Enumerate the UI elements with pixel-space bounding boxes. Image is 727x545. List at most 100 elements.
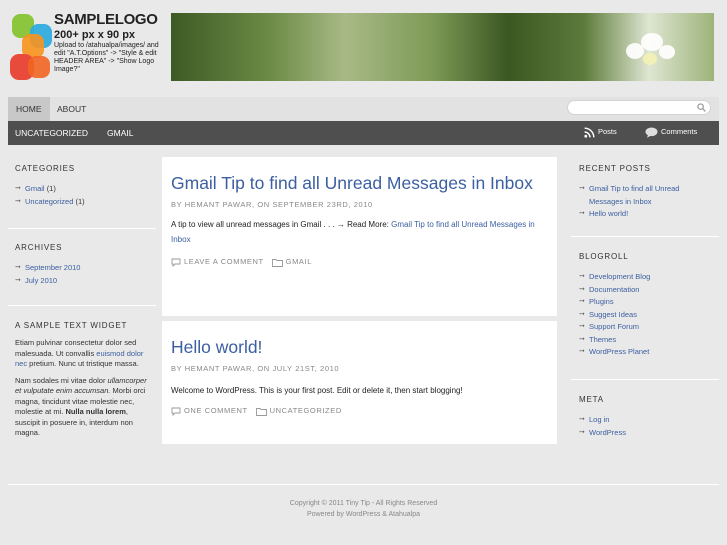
divider	[571, 236, 719, 237]
comment-icon	[171, 407, 181, 416]
post-title-link[interactable]: Gmail Tip to find all Unread Messages in…	[171, 172, 549, 194]
recent-posts-heading: RECENT POSTS	[579, 164, 651, 173]
recent-posts-widget: RECENT POSTS ➞ Gmail Tip to find all Unre…	[579, 164, 714, 221]
comments-feed-link[interactable]: Comments	[645, 121, 697, 145]
logo-description: Upload to /atahualpa/images/ and edit "A…	[54, 42, 159, 73]
blogroll-link[interactable]: Documentation	[589, 285, 639, 294]
category-count: (1)	[75, 196, 85, 206]
meta-item: ➞ WordPress	[579, 427, 714, 440]
text-widget-heading: A SAMPLE TEXT WIDGET	[15, 321, 128, 330]
comments-link[interactable]: ONE COMMENT	[184, 406, 248, 415]
blogroll-item: ➞ Development Blog	[579, 271, 714, 284]
category-link-gmail[interactable]: Gmail	[25, 184, 45, 193]
posts-feed-label: Posts	[598, 127, 617, 136]
nav-gmail[interactable]: GMAIL	[107, 121, 133, 145]
arrow-right-icon: ➞	[579, 323, 585, 330]
arrow-right-icon: ➞	[579, 185, 585, 192]
post-category-link[interactable]: UNCATEGORIZED	[270, 406, 342, 415]
logo-mark-icon	[10, 14, 52, 80]
category-nav-bar: UNCATEGORIZED GMAIL Posts Comments	[8, 121, 719, 145]
post-excerpt: Welcome to WordPress. This is your first…	[171, 386, 463, 395]
arrow-right-icon: ➞	[579, 298, 585, 305]
blogroll-item: ➞ Themes	[579, 334, 714, 347]
categories-heading: CATEGORIES	[15, 164, 75, 173]
post-category-link[interactable]: GMAIL	[286, 257, 312, 266]
blogroll-item: ➞ Plugins	[579, 296, 714, 309]
left-sidebar: CATEGORIES ➞ Gmail (1) ➞ Uncategorized (1)	[15, 164, 155, 208]
arrow-right-icon: ➞	[579, 273, 585, 280]
site-footer: Copyright © 2011 Tiny Tip - All Rights R…	[0, 498, 727, 520]
recent-post-link[interactable]: Hello world!	[589, 209, 628, 218]
folder-icon	[271, 258, 283, 267]
nav-uncategorized[interactable]: UNCATEGORIZED	[15, 121, 88, 145]
comment-icon	[171, 258, 181, 267]
arrow-right-icon: ➞	[15, 264, 21, 271]
blogroll-link[interactable]: Plugins	[589, 297, 614, 306]
arrow-right-icon: ➞	[579, 428, 585, 436]
archives-widget: ARCHIVES ➞ September 2010 ➞ July 2010	[15, 243, 155, 287]
blogroll-link[interactable]: Development Blog	[589, 272, 650, 281]
meta-heading: META	[579, 395, 604, 404]
nav-home[interactable]: HOME	[8, 97, 50, 121]
archive-link-september-2010[interactable]: September 2010	[25, 263, 80, 272]
copyright-text: Copyright © 2011 Tiny Tip - All Rights R…	[289, 500, 438, 507]
post-title-link[interactable]: Hello world!	[171, 336, 549, 358]
category-item: ➞ Gmail (1)	[15, 183, 155, 196]
blogroll-item: ➞ Suggest Ideas	[579, 309, 714, 322]
archive-item: ➞ July 2010	[15, 275, 155, 288]
blogroll-heading: BLOGROLL	[579, 252, 629, 261]
arrow-right-icon: ➞	[15, 197, 21, 205]
logo-size-text: 200+ px x 90 px	[54, 29, 136, 41]
blogroll-link[interactable]: Support Forum	[589, 322, 639, 331]
category-link-uncategorized[interactable]: Uncategorized	[25, 197, 73, 206]
comment-bubble-icon	[645, 127, 658, 138]
meta-item: ➞ Log in	[579, 414, 714, 427]
divider	[571, 379, 719, 380]
recent-post-link[interactable]: Gmail Tip to find all Unread Messages in…	[589, 184, 679, 206]
blogroll-link[interactable]: Suggest Ideas	[589, 310, 637, 319]
posts-feed-link[interactable]: Posts	[584, 121, 617, 145]
post-footer: LEAVE A COMMENT GMAIL	[171, 257, 549, 267]
arrow-right-icon: ➞	[579, 285, 585, 293]
search-input[interactable]	[574, 105, 699, 118]
blogroll-widget: BLOGROLL ➞ Development Blog ➞ Documentatio…	[579, 252, 714, 359]
arrow-right-icon: ➞	[579, 348, 585, 355]
divider	[8, 228, 156, 229]
nav-about[interactable]: ABOUT	[49, 97, 94, 121]
recent-post-item: ➞ Gmail Tip to find all Unread Messages i…	[579, 183, 714, 208]
post-footer: ONE COMMENT UNCATEGORIZED	[171, 406, 549, 416]
post-excerpt: A tip to view all unread messages in Gma…	[171, 220, 535, 244]
site-logo[interactable]: SAMPLELOGO 200+ px x 90 px Upload to /at…	[10, 12, 160, 84]
blogroll-item: ➞ Documentation	[579, 284, 714, 297]
logo-title: SAMPLELOGO	[54, 11, 158, 28]
arrow-right-icon: ➞	[579, 310, 585, 318]
text-widget-paragraph-1: Etiam pulvinar consectetur dolor sed mal…	[15, 338, 144, 368]
header-banner-image	[171, 13, 714, 81]
wordpress-link[interactable]: WordPress	[589, 428, 626, 437]
arrow-right-icon: ➞	[579, 210, 585, 217]
text-widget-paragraph-2: Nam sodales mi vitae dolor ullamcorper e…	[15, 375, 147, 438]
login-link[interactable]: Log in	[589, 415, 609, 424]
blogroll-link[interactable]: WordPress Planet	[589, 347, 649, 356]
post-card: Gmail Tip to find all Unread Messages in…	[162, 157, 557, 316]
folder-icon	[255, 407, 267, 416]
arrow-right-icon: ➞	[15, 276, 21, 284]
post-meta: BY HEMANT PAWAR, ON JULY 21ST, 2010	[171, 364, 340, 373]
archive-link-july-2010[interactable]: July 2010	[25, 276, 57, 285]
blogroll-link[interactable]: Themes	[589, 335, 616, 344]
comments-feed-label: Comments	[661, 127, 698, 136]
search-box	[567, 100, 711, 118]
powered-by-text: Powered by WordPress & Atahualpa	[306, 511, 421, 518]
leave-comment-link[interactable]: LEAVE A COMMENT	[184, 257, 264, 266]
divider	[8, 305, 156, 306]
archives-heading: ARCHIVES	[15, 243, 63, 252]
post-card: Hello world! BY HEMANT PAWAR, ON JULY 21…	[162, 321, 557, 444]
search-icon[interactable]	[697, 103, 706, 112]
arrow-right-icon: ➞	[579, 335, 585, 343]
recent-post-item: ➞ Hello world!	[579, 208, 714, 221]
arrow-right-icon: ➞	[15, 185, 21, 192]
text-widget: A SAMPLE TEXT WIDGET Etiam pulvinar cons…	[15, 321, 153, 445]
post-meta: BY HEMANT PAWAR, ON SEPTEMBER 23RD, 2010	[171, 200, 373, 209]
footer-divider	[8, 484, 719, 485]
rss-icon	[584, 127, 595, 138]
